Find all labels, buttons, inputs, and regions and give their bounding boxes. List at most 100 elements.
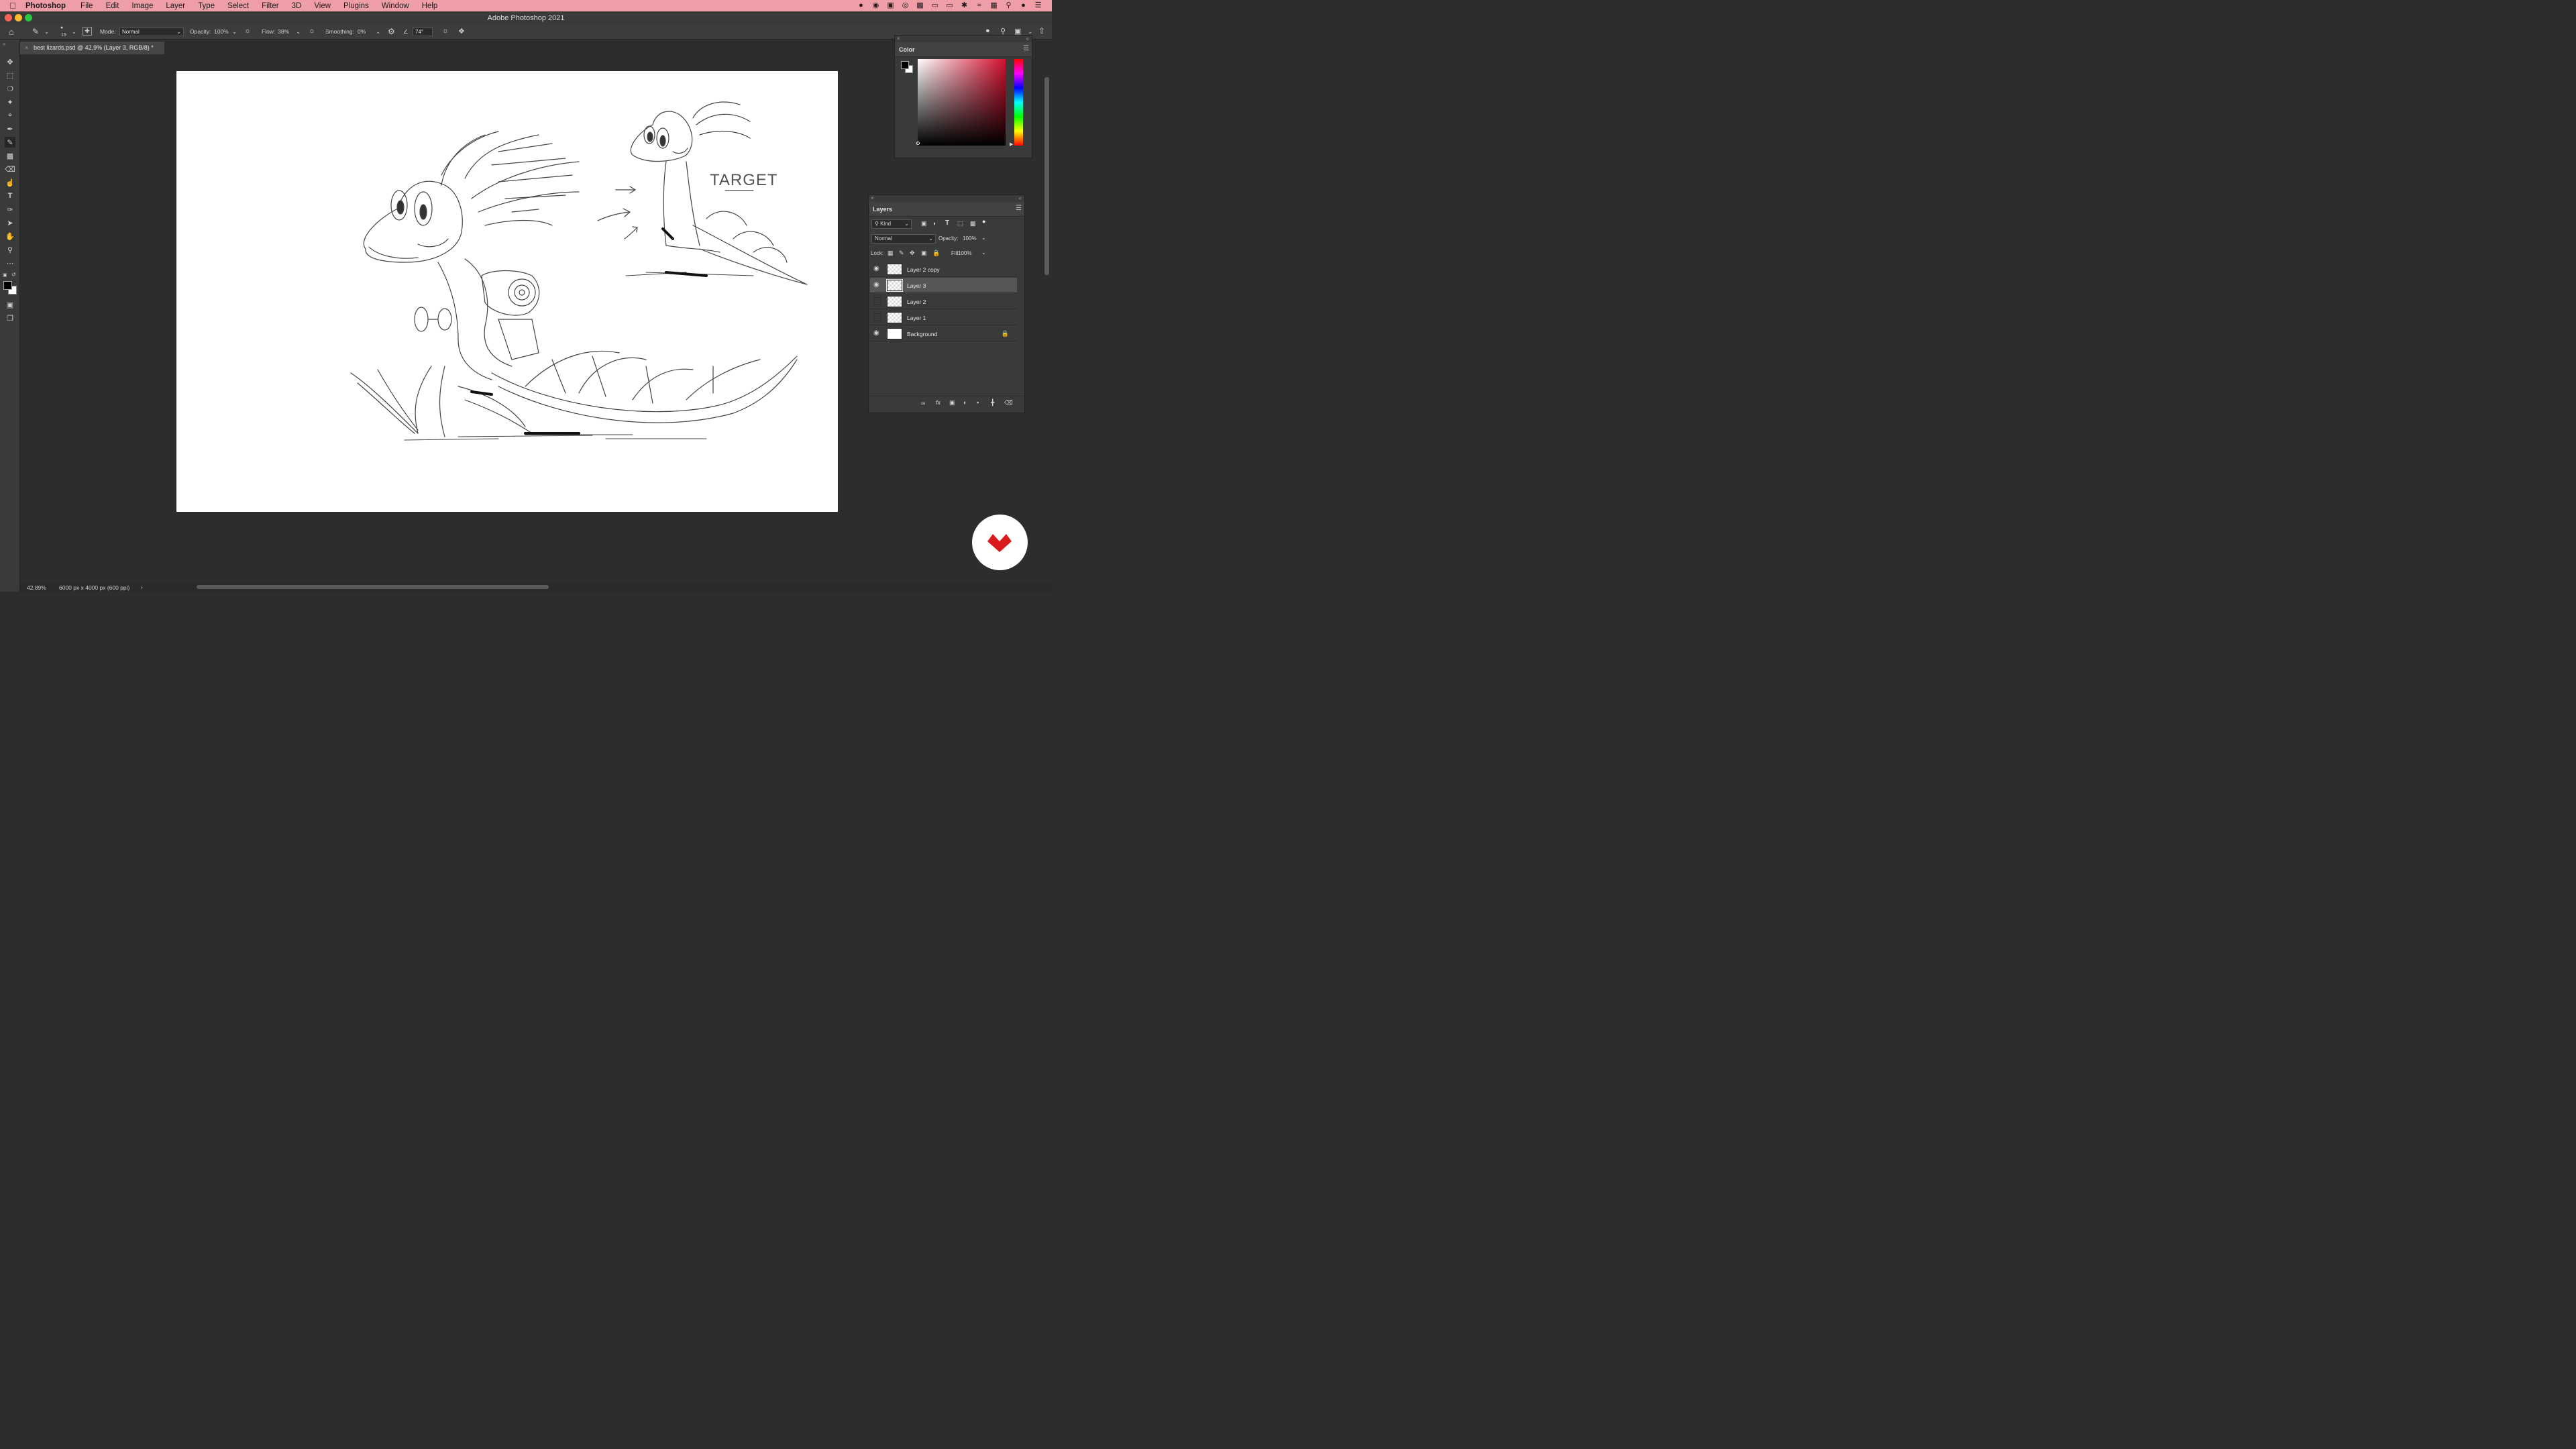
home-icon[interactable]: ⌂ [9,27,14,37]
adjustment-layer-icon[interactable]: ◐ [963,399,967,406]
flow-input[interactable]: 38% [278,28,289,35]
menu-app-name[interactable]: Photoshop [25,2,66,10]
lock-position-icon[interactable]: ✥ [910,250,915,257]
apple-icon[interactable]:  [9,1,19,11]
visibility-eye-icon[interactable]: ◉ [873,329,881,337]
lock-transparent-icon[interactable]: ▦ [888,250,894,257]
layer-row[interactable]: Layer 1 [870,310,1017,325]
pressure-size-icon[interactable]: ☼ [442,27,449,35]
layer-filter-kind-select[interactable]: ⚲ Kind ⌄ [871,219,912,229]
menu-file[interactable]: File [80,2,93,10]
airbrush-icon[interactable]: ☼ [309,27,315,35]
chevron-down-icon[interactable]: ⌄ [44,28,49,36]
eyedropper-tool-icon[interactable]: ✒ [5,123,15,134]
layer-style-fx-icon[interactable]: fx [936,399,941,406]
lock-image-icon[interactable]: ✎ [899,250,904,257]
visibility-toggle-off[interactable] [873,297,881,305]
color-panel-foreground-swatch[interactable] [901,61,909,69]
minimize-window-button[interactable] [15,14,22,21]
path-selection-tool-icon[interactable]: ➤ [5,217,15,228]
zoom-tool-icon[interactable]: ⚲ [5,244,15,255]
smoothing-input[interactable]: 0% [358,28,366,35]
close-panel-icon[interactable]: × [897,36,900,42]
menu-plugins[interactable]: Plugins [343,2,369,10]
quick-mask-icon[interactable]: ▣ [5,299,15,310]
new-group-icon[interactable]: ▪ [977,399,979,406]
crop-tool-icon[interactable]: ⌖ [5,110,15,121]
opacity-input[interactable]: 100% [214,28,229,35]
brush-size[interactable]: 15 [61,33,66,38]
collapse-toolbar-icon[interactable]: » [3,41,5,47]
filter-pixel-icon[interactable]: ▣ [921,220,927,227]
zoom-window-button[interactable] [25,14,32,21]
close-layers-panel-icon[interactable]: × [871,195,874,201]
menu-layer[interactable]: Layer [166,2,185,10]
smoothing-chevron-icon[interactable]: ⌄ [376,28,380,36]
hand-tool-icon[interactable]: ✋ [5,231,15,241]
document-info[interactable]: 6000 px x 4000 px (600 ppi) [59,584,129,591]
layers-panel-menu-icon[interactable]: ☰ [1016,205,1022,212]
color-picker-handle[interactable] [916,142,920,145]
mode-select[interactable]: Normal ⌄ [119,28,184,36]
gear-icon[interactable]: ⚙ [388,27,395,36]
bluetooth-icon[interactable]: ✱ [960,1,969,9]
filter-shape-icon[interactable]: ⬚ [957,220,963,227]
menu-image[interactable]: Image [131,2,153,10]
layer-name[interactable]: Background [907,331,937,337]
menu-edit[interactable]: Edit [106,2,119,10]
color-panel-title[interactable]: Color [899,46,915,53]
layers-panel-title[interactable]: Layers [873,206,892,213]
link-layers-icon[interactable]: ∞ [921,400,925,407]
add-mask-icon[interactable]: ▣ [949,399,955,407]
visibility-eye-icon[interactable]: ◉ [873,265,881,273]
learn-icon[interactable]: ● [985,27,990,35]
layer-row[interactable]: ◉ Background 🔒 [870,326,1017,341]
creative-cloud-icon[interactable]: ● [857,1,865,9]
saturation-brightness-field[interactable] [918,59,1006,146]
wifi-icon[interactable]: ≈ [975,1,983,9]
collapse-layers-panel-icon[interactable]: « [1019,195,1022,201]
smudge-tool-icon[interactable]: ☝ [5,177,15,188]
sync-icon[interactable]: ◉ [871,1,880,9]
panel-menu-icon[interactable]: ☰ [1023,45,1029,52]
layer-row[interactable]: Layer 2 [870,294,1017,309]
menu-help[interactable]: Help [422,2,438,10]
brush-settings-panel-icon[interactable]: ✚ [83,27,92,36]
filter-toggle-icon[interactable]: ● [982,218,985,225]
menu-select[interactable]: Select [227,2,249,10]
visibility-toggle-off[interactable] [873,313,881,321]
delete-layer-icon[interactable]: ⌫ [1004,399,1013,407]
layer-lock-icon[interactable]: 🔒 [1002,330,1009,337]
layer-name[interactable]: Layer 3 [907,282,926,289]
opacity-chevron-icon[interactable]: ⌄ [232,28,237,36]
pen-tool-icon[interactable]: ✑ [5,204,15,215]
new-layer-icon[interactable]: ╋ [991,399,994,407]
app-icon[interactable]: ▩ [916,1,924,9]
layer-row-selected[interactable]: ◉ Layer 3 [870,278,1017,293]
record-icon[interactable]: ◎ [901,1,910,9]
brush-tool-preset-icon[interactable]: ✎ [32,27,39,36]
flow-chevron-icon[interactable]: ⌄ [296,28,301,36]
brush-tool-icon[interactable]: ✎ [5,137,15,148]
default-colors-icon[interactable]: ▣ [3,272,7,278]
zoom-level[interactable]: 42,89% [27,584,46,591]
layer-name[interactable]: Layer 2 [907,299,926,305]
eraser-tool-icon[interactable]: ⌫ [5,164,15,174]
foreground-color-swatch[interactable] [3,281,12,290]
filter-type-icon[interactable]: T [945,219,949,227]
lock-all-icon[interactable]: 🔒 [932,250,940,257]
s-badge-icon[interactable]: ▭ [930,1,939,9]
airplay-icon[interactable]: ▭ [945,1,954,9]
layer-name[interactable]: Layer 1 [907,315,926,321]
layer-blend-mode-select[interactable]: Normal ⌄ [871,234,936,244]
collapse-panel-icon[interactable]: « [1026,36,1029,42]
keyboard-flag-icon[interactable]: ▦ [989,1,998,9]
screen-mode-icon[interactable]: ❐ [5,313,15,323]
user-avatar-icon[interactable]: ● [1019,1,1028,9]
menu-filter[interactable]: Filter [262,2,279,10]
fill-chevron-icon[interactable]: ⌄ [981,250,986,256]
move-tool-icon[interactable]: ✥ [5,56,15,67]
document-tab[interactable]: × best lizards.psd @ 42,9% (Layer 3, RGB… [20,42,164,54]
swap-colors-icon[interactable]: ↺ [11,272,16,278]
share-icon[interactable]: ⇧ [1038,26,1045,36]
